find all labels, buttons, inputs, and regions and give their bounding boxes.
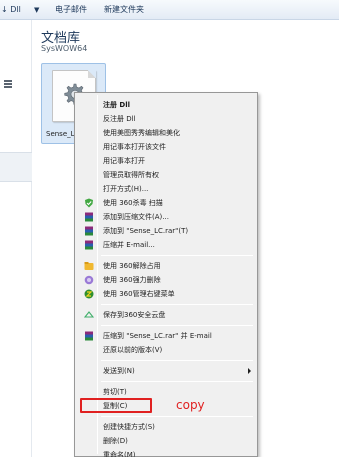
- menu-item-compress-email[interactable]: 压缩并 E-mail...: [77, 239, 255, 251]
- menu-item-label: 使用 360管理右键菜单: [103, 290, 175, 298]
- menu-item-label: 使用 360强力删除: [103, 276, 161, 284]
- winrar-icon: [85, 212, 93, 222]
- menu-item-create-shortcut[interactable]: 创建快捷方式(S): [77, 421, 255, 433]
- menu-item-meitu-edit[interactable]: 使用美图秀秀编辑和美化: [77, 127, 255, 139]
- menu-item-register-dll[interactable]: 注册 Dll: [77, 99, 255, 111]
- menu-item-label: 用记事本打开: [103, 157, 145, 165]
- submenu-arrow-icon: [248, 368, 251, 374]
- menu-item-360-unlock[interactable]: 使用 360解除占用: [77, 260, 255, 272]
- menu-item-label: 发送到(N): [103, 367, 135, 375]
- menu-item-notepad-open-file[interactable]: 用记事本打开该文件: [77, 141, 255, 153]
- menu-item-label: 还原以前的版本(V): [103, 346, 163, 354]
- menu-separator: [101, 255, 253, 256]
- 360-menu-manager-icon: [84, 289, 94, 299]
- navigation-pane: [0, 20, 32, 457]
- menu-item-rename[interactable]: 重命名(M): [77, 449, 255, 457]
- menu-item-label: 使用 360杀毒 扫描: [103, 199, 163, 207]
- menu-item-label: 使用 360解除占用: [103, 262, 161, 270]
- menu-item-take-ownership[interactable]: 管理员取得所有权: [77, 169, 255, 181]
- menu-item-360-shred[interactable]: 使用 360强力删除: [77, 274, 255, 286]
- library-subtitle: SysWOW64: [41, 44, 88, 53]
- menu-item-send-to[interactable]: 发送到(N): [77, 365, 255, 377]
- menu-item-label: 删除(D): [103, 437, 128, 445]
- winrar-icon: [85, 331, 93, 341]
- 360-unlock-icon: [84, 262, 94, 270]
- copy-annotation-label: copy: [176, 398, 205, 412]
- nav-selected-item[interactable]: [0, 152, 32, 182]
- menu-item-label: 注册 Dll: [103, 101, 131, 109]
- menu-item-label: 剪切(T): [103, 388, 127, 396]
- menu-separator: [101, 416, 253, 417]
- winrar-icon: [85, 240, 93, 250]
- menu-item-label: 添加到压缩文件(A)...: [103, 213, 169, 221]
- copy-highlight-box: [80, 398, 152, 413]
- menu-item-unregister-dll[interactable]: 反注册 Dll: [77, 113, 255, 125]
- menu-item-label: 重命名(M): [103, 451, 136, 457]
- winrar-icon: [85, 226, 93, 236]
- menu-item-label: 创建快捷方式(S): [103, 423, 155, 431]
- menu-item-restore-versions[interactable]: 还原以前的版本(V): [77, 344, 255, 356]
- menu-item-360-cloud-save[interactable]: 保存到360安全云盘: [77, 309, 255, 321]
- menu-item-open-with[interactable]: 打开方式(H)...: [77, 183, 255, 195]
- menu-separator: [101, 304, 253, 305]
- menu-item-add-to-rar[interactable]: 添加到 "Sense_LC.rar"(T): [77, 225, 255, 237]
- explorer-toolbar: ↓ Dll ▼ 电子邮件 新建文件夹: [0, 0, 339, 20]
- menu-item-compress-to-rar-email[interactable]: 压缩到 "Sense_LC.rar" 并 E-mail: [77, 330, 255, 342]
- 360-shred-icon: [84, 275, 94, 285]
- menu-item-notepad-open[interactable]: 用记事本打开: [77, 155, 255, 167]
- library-menu-button[interactable]: ↓ Dll: [1, 4, 21, 16]
- menu-item-label: 反注册 Dll: [103, 115, 136, 123]
- menu-item-label: 用记事本打开该文件: [103, 143, 166, 151]
- menu-item-cut[interactable]: 剪切(T): [77, 386, 255, 398]
- menu-item-label: 管理员取得所有权: [103, 171, 159, 179]
- 360-cloud-icon: [84, 311, 94, 318]
- menu-item-label: 压缩并 E-mail...: [103, 241, 155, 249]
- library-list-icon[interactable]: [4, 80, 12, 89]
- new-folder-button[interactable]: 新建文件夹: [104, 4, 144, 16]
- menu-item-delete[interactable]: 删除(D): [77, 435, 255, 447]
- menu-item-label: 打开方式(H)...: [103, 185, 149, 193]
- menu-separator: [101, 381, 253, 382]
- menu-item-label: 保存到360安全云盘: [103, 311, 166, 319]
- menu-item-add-to-archive[interactable]: 添加到压缩文件(A)...: [77, 211, 255, 223]
- menu-item-360-menu-manager[interactable]: 使用 360管理右键菜单: [77, 288, 255, 300]
- chevron-down-icon[interactable]: ▼: [34, 4, 39, 16]
- menu-item-label: 压缩到 "Sense_LC.rar" 并 E-mail: [103, 332, 212, 340]
- email-button[interactable]: 电子邮件: [55, 4, 87, 16]
- menu-separator: [101, 360, 253, 361]
- menu-separator: [101, 325, 253, 326]
- menu-item-label: 使用美图秀秀编辑和美化: [103, 129, 180, 137]
- menu-item-label: 添加到 "Sense_LC.rar"(T): [103, 227, 189, 235]
- menu-item-360-scan[interactable]: 使用 360杀毒 扫描: [77, 197, 255, 209]
- file-name-label: Sense_L: [46, 130, 75, 138]
- 360-antivirus-icon: [85, 198, 93, 208]
